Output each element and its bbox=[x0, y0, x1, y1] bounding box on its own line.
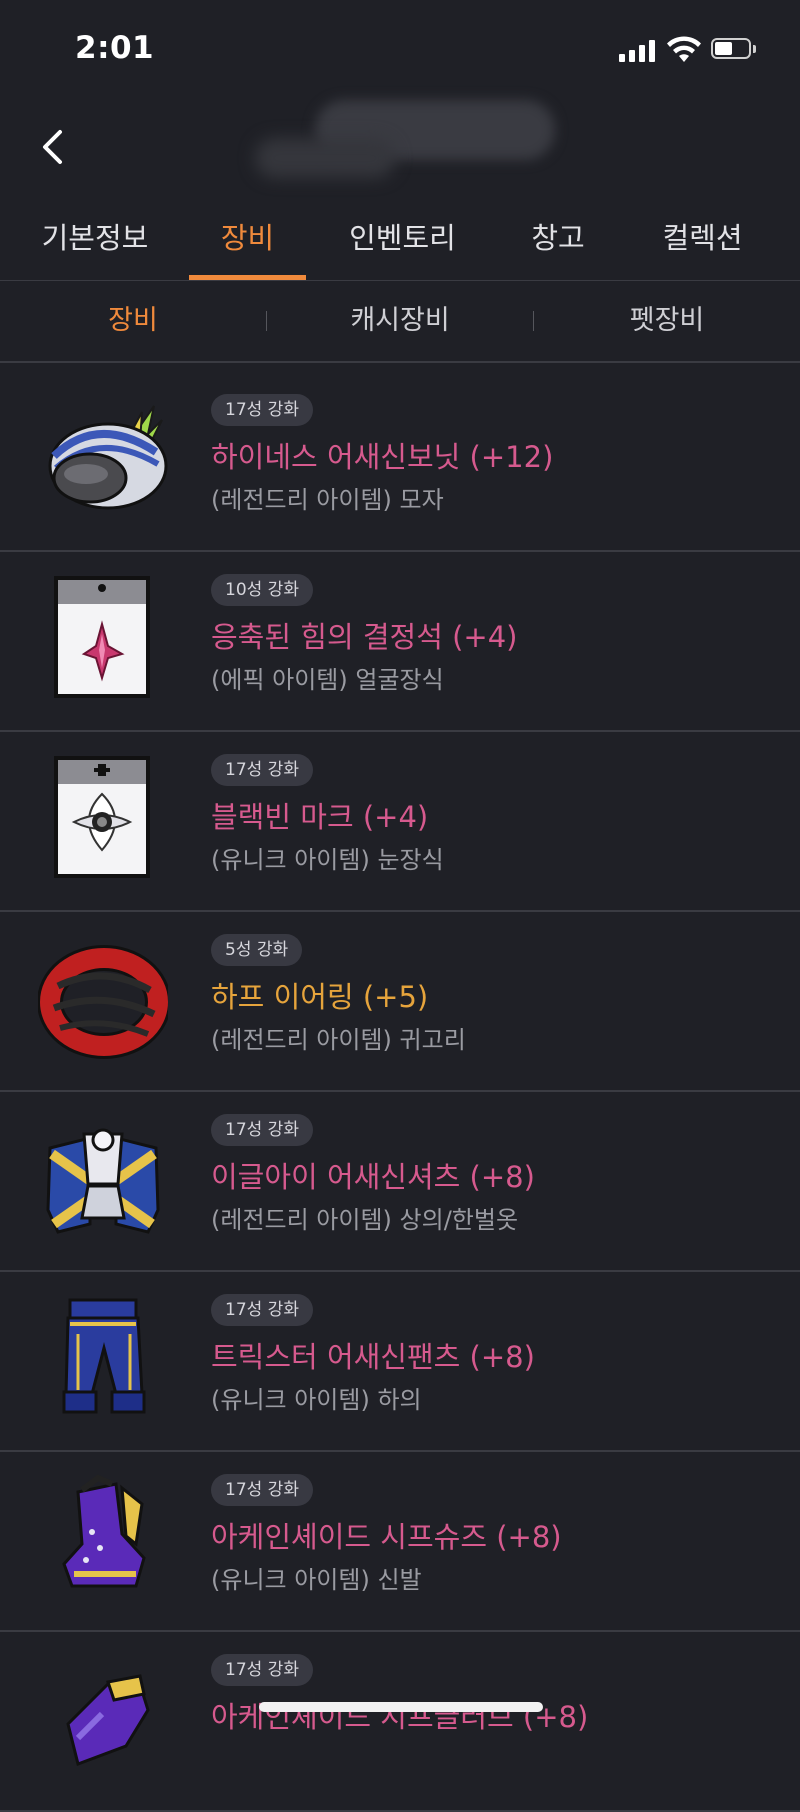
subtab-cash-equipment[interactable]: 캐시장비 bbox=[267, 281, 533, 361]
list-item[interactable]: 5성 강화 하프 이어링 (+5) (레전드리 아이템) 귀고리 bbox=[0, 912, 800, 1092]
item-grade-slot: (유니크 아이템) 하의 bbox=[211, 1386, 422, 1414]
star-force-badge: 17성 강화 bbox=[211, 1294, 313, 1326]
item-name: 응축된 힘의 결정석 (+4) bbox=[211, 620, 518, 654]
back-chevron-icon[interactable] bbox=[30, 122, 80, 172]
item-grade-slot: (레전드리 아이템) 모자 bbox=[211, 486, 444, 514]
main-tab-bar: 기본정보 장비 인벤토리 창고 컬렉션 bbox=[0, 196, 800, 281]
tab-collection[interactable]: 컬렉션 bbox=[640, 196, 765, 280]
status-bar: 2:01 bbox=[0, 0, 800, 100]
star-force-badge: 10성 강화 bbox=[211, 574, 313, 606]
equipment-list: 17성 강화 하이네스 어새신보닛 (+12) (레전드리 아이템) 모자 10… bbox=[0, 372, 800, 1812]
pants-icon bbox=[62, 1298, 146, 1414]
cellular-signal-icon bbox=[619, 38, 657, 62]
subtab-equipment[interactable]: 장비 bbox=[0, 281, 266, 361]
home-indicator[interactable] bbox=[259, 1702, 543, 1712]
wifi-icon bbox=[667, 36, 701, 62]
subtab-pet-equipment[interactable]: 펫장비 bbox=[534, 281, 800, 361]
active-tab-indicator bbox=[189, 275, 306, 280]
item-grade-slot: (유니크 아이템) 신발 bbox=[211, 1566, 422, 1594]
star-force-badge: 17성 강화 bbox=[211, 1474, 313, 1506]
list-item[interactable]: 17성 강화 아케인셰이드 시프글러브 (+8) bbox=[0, 1632, 800, 1812]
nav-header bbox=[0, 100, 800, 195]
tab-basic-info[interactable]: 기본정보 bbox=[20, 196, 170, 280]
sub-tab-bar: 장비 캐시장비 펫장비 bbox=[0, 281, 800, 363]
item-grade-slot: (에픽 아이템) 얼굴장식 bbox=[211, 666, 444, 694]
shoes-icon bbox=[62, 1474, 146, 1588]
item-name: 트릭스터 어새신팬츠 (+8) bbox=[211, 1340, 535, 1374]
star-force-badge: 17성 강화 bbox=[211, 394, 313, 426]
hat-icon bbox=[48, 405, 168, 510]
gloves-icon bbox=[66, 1674, 150, 1766]
star-force-badge: 5성 강화 bbox=[211, 934, 303, 966]
star-force-badge: 17성 강화 bbox=[211, 754, 313, 786]
tab-storage[interactable]: 창고 bbox=[506, 196, 610, 280]
item-name: 아케인셰이드 시프글러브 (+8) bbox=[211, 1700, 589, 1734]
eye-accessory-icon bbox=[54, 756, 150, 878]
earring-icon bbox=[38, 945, 168, 1059]
item-name: 블랙빈 마크 (+4) bbox=[211, 800, 429, 834]
list-item[interactable]: 17성 강화 하이네스 어새신보닛 (+12) (레전드리 아이템) 모자 bbox=[0, 372, 800, 552]
item-grade-slot: (레전드리 아이템) 상의/한벌옷 bbox=[211, 1206, 519, 1234]
star-force-badge: 17성 강화 bbox=[211, 1654, 313, 1686]
list-item[interactable]: 17성 강화 이글아이 어새신셔츠 (+8) (레전드리 아이템) 상의/한벌옷 bbox=[0, 1092, 800, 1272]
list-item[interactable]: 17성 강화 블랙빈 마크 (+4) (유니크 아이템) 눈장식 bbox=[0, 732, 800, 912]
battery-icon bbox=[711, 38, 757, 61]
item-grade-slot: (유니크 아이템) 눈장식 bbox=[211, 846, 444, 874]
item-name: 아케인셰이드 시프슈즈 (+8) bbox=[211, 1520, 562, 1554]
tab-inventory[interactable]: 인벤토리 bbox=[330, 196, 475, 280]
blurred-character-name bbox=[255, 98, 575, 188]
top-armor-icon bbox=[46, 1128, 160, 1234]
item-name: 하프 이어링 (+5) bbox=[211, 980, 429, 1014]
item-name: 하이네스 어새신보닛 (+12) bbox=[211, 440, 554, 474]
list-item[interactable]: 10성 강화 응축된 힘의 결정석 (+4) (에픽 아이템) 얼굴장식 bbox=[0, 552, 800, 732]
star-force-badge: 17성 강화 bbox=[211, 1114, 313, 1146]
status-time: 2:01 bbox=[75, 30, 155, 66]
item-name: 이글아이 어새신셔츠 (+8) bbox=[211, 1160, 535, 1194]
list-item[interactable]: 17성 강화 트릭스터 어새신팬츠 (+8) (유니크 아이템) 하의 bbox=[0, 1272, 800, 1452]
item-grade-slot: (레전드리 아이템) 귀고리 bbox=[211, 1026, 466, 1054]
list-item[interactable]: 17성 강화 아케인셰이드 시프슈즈 (+8) (유니크 아이템) 신발 bbox=[0, 1452, 800, 1632]
face-accessory-icon bbox=[54, 576, 150, 698]
tab-equipment[interactable]: 장비 bbox=[189, 196, 306, 280]
